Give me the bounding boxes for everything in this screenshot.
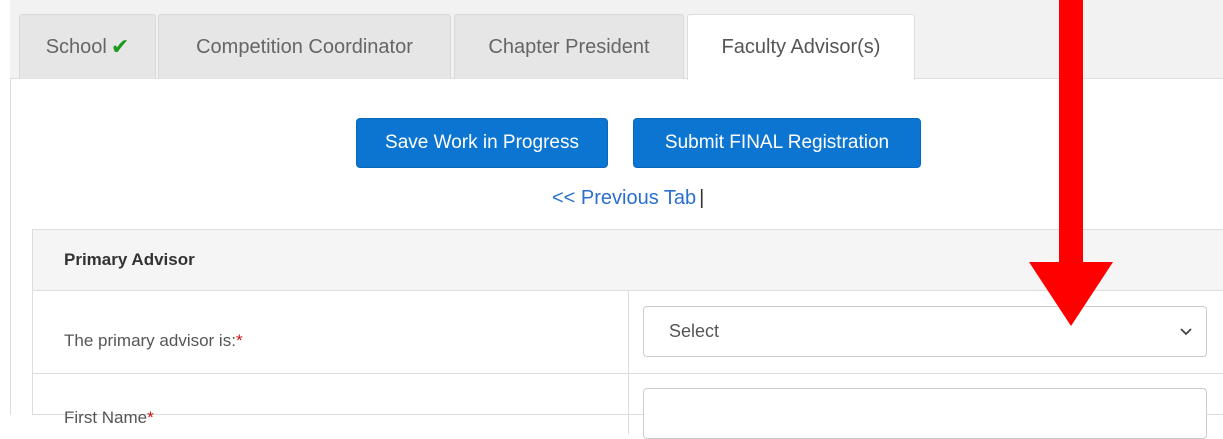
save-work-in-progress-button[interactable]: Save Work in Progress <box>356 118 608 168</box>
chevron-down-icon <box>1180 328 1192 336</box>
advisor-role-select[interactable]: Select <box>643 306 1207 357</box>
save-work-in-progress-label: Save Work in Progress <box>385 132 579 153</box>
column-divider <box>628 374 629 434</box>
tab-faculty-advisors-label: Faculty Advisor(s) <box>721 36 881 58</box>
first-name-row: First Name* <box>33 374 1223 439</box>
submit-final-registration-button[interactable]: Submit FINAL Registration <box>633 118 921 168</box>
column-divider <box>628 291 629 373</box>
panel-title: Primary Advisor <box>64 250 195 269</box>
advisor-role-label-text: The primary advisor is: <box>64 331 236 350</box>
first-name-input[interactable] <box>643 388 1207 439</box>
required-mark: * <box>235 331 243 350</box>
link-separator: | <box>699 187 705 209</box>
tab-faculty-advisors[interactable]: Faculty Advisor(s) <box>687 14 915 80</box>
tab-school[interactable]: School ✔ <box>19 14 156 79</box>
previous-tab-line: << Previous Tab | <box>552 187 704 210</box>
tab-chapter-president[interactable]: Chapter President <box>454 14 684 79</box>
tab-competition-coordinator[interactable]: Competition Coordinator <box>158 14 451 79</box>
checkmark-icon: ✔ <box>110 34 130 59</box>
tab-competition-coordinator-label: Competition Coordinator <box>196 35 413 58</box>
tab-school-label: School <box>45 35 107 58</box>
submit-final-registration-label: Submit FINAL Registration <box>664 132 890 153</box>
previous-tab-link[interactable]: << Previous Tab <box>552 187 696 209</box>
first-name-label-text: First Name <box>64 408 148 427</box>
first-name-label: First Name* <box>64 408 154 428</box>
advisor-role-label: The primary advisor is:* <box>64 331 243 351</box>
advisor-role-select-value: Select <box>669 321 720 341</box>
tab-chapter-president-label: Chapter President <box>488 35 650 58</box>
red-arrow-annotation <box>1029 0 1113 326</box>
required-mark: * <box>147 408 154 427</box>
